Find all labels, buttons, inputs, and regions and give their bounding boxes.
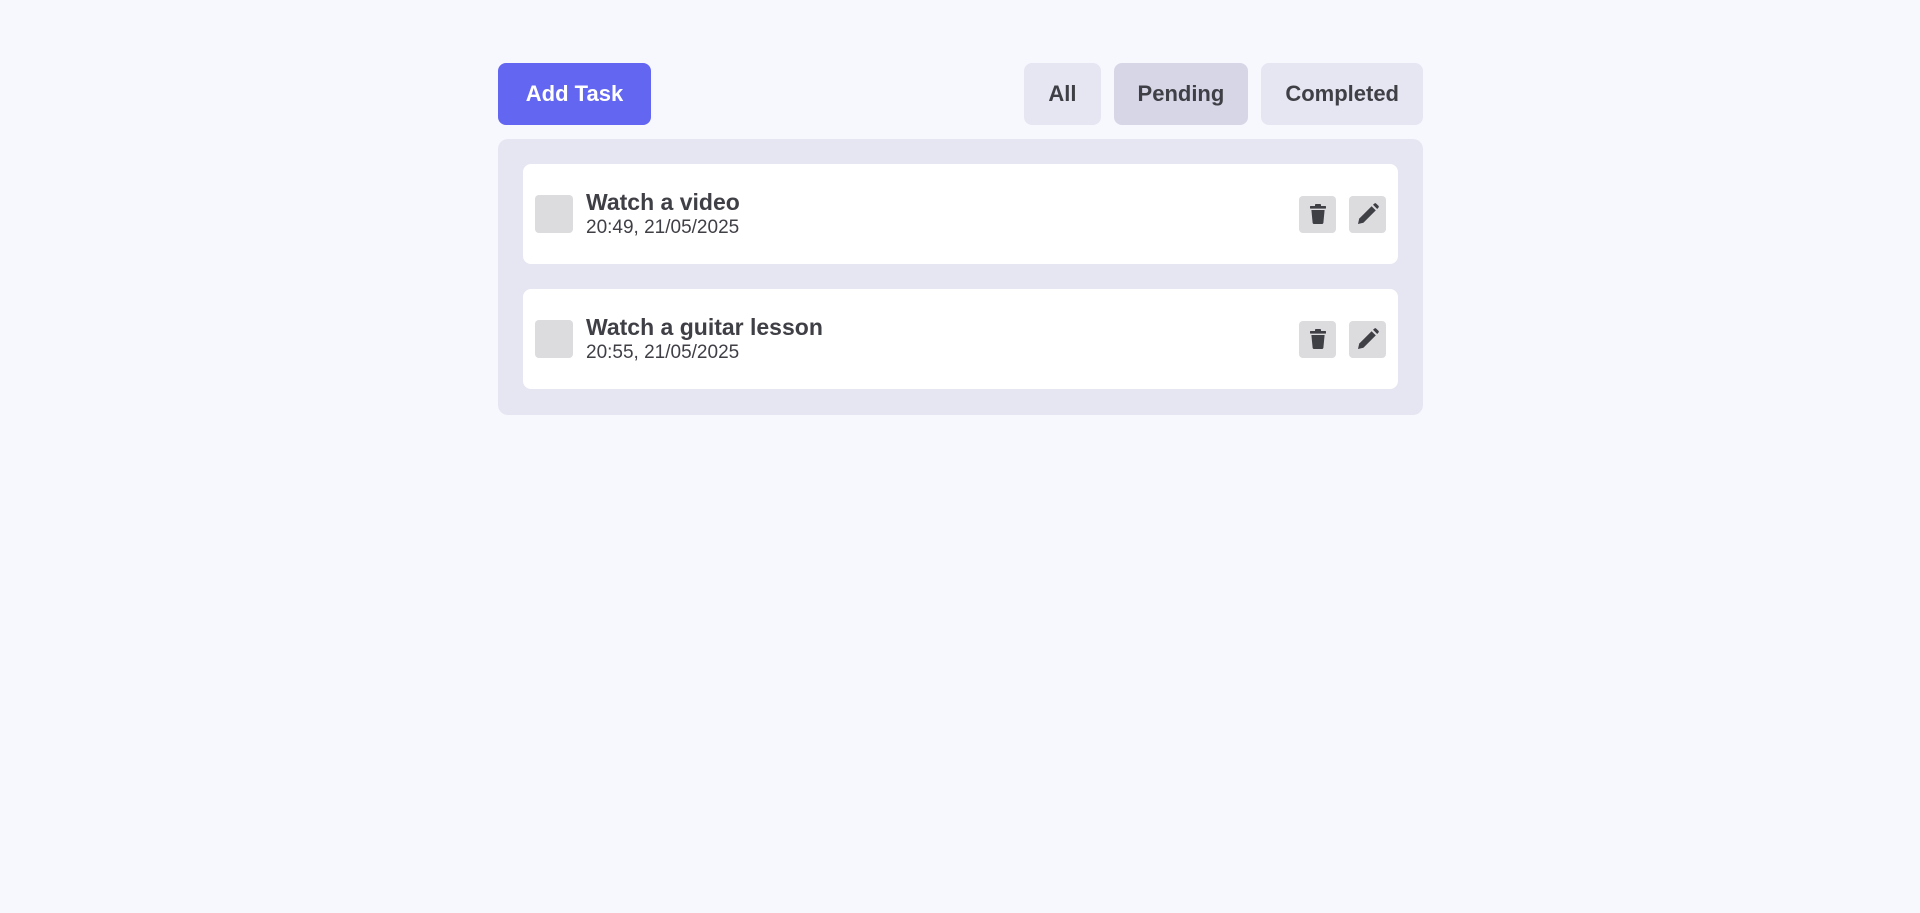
filter-completed-button[interactable]: Completed (1261, 63, 1423, 125)
task-timestamp: 20:55, 21/05/2025 (586, 342, 740, 363)
task-text: Watch a guitar lesson 20:55, 21/05/2025 (586, 313, 1299, 365)
pencil-icon (1357, 203, 1379, 224)
trash-icon (1309, 204, 1326, 224)
task-timestamp: 20:49, 21/05/2025 (586, 217, 740, 238)
task-item: Watch a guitar lesson 20:55, 21/05/2025 (523, 289, 1398, 389)
delete-task-button[interactable] (1299, 320, 1336, 358)
delete-task-button[interactable] (1299, 195, 1336, 233)
task-title: Watch a video (586, 189, 740, 215)
filter-pending-button[interactable]: Pending (1113, 63, 1249, 125)
task-title: Watch a guitar lesson (586, 314, 823, 340)
edit-task-button[interactable] (1349, 195, 1386, 233)
task-actions (1299, 195, 1386, 233)
task-item: Watch a video 20:49, 21/05/2025 (523, 164, 1398, 264)
task-text: Watch a video 20:49, 21/05/2025 (586, 188, 1299, 240)
task-checkbox[interactable] (535, 195, 573, 233)
toolbar: Add Task All Pending Completed (498, 63, 1423, 125)
filter-all-button[interactable]: All (1024, 63, 1101, 125)
task-checkbox[interactable] (535, 320, 573, 358)
task-list: Watch a video 20:49, 21/05/2025 Watch a … (498, 139, 1423, 415)
task-actions (1299, 320, 1386, 358)
add-task-button[interactable]: Add Task (498, 63, 651, 125)
trash-icon (1309, 329, 1326, 349)
edit-task-button[interactable] (1349, 320, 1386, 358)
pencil-icon (1357, 328, 1379, 349)
filter-group: All Pending Completed (1024, 63, 1423, 125)
todo-app: Add Task All Pending Completed Watch a v… (498, 63, 1423, 415)
